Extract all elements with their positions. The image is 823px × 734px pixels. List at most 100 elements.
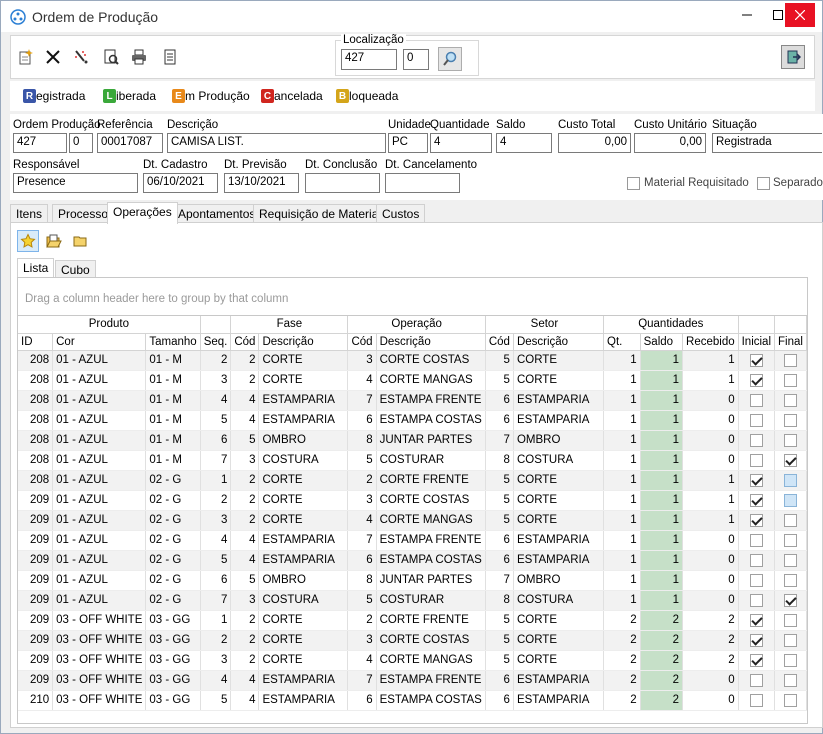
inicial-checkbox[interactable] (749, 473, 763, 487)
location-input-1[interactable]: 427 (341, 49, 397, 70)
inicial-checkbox[interactable] (749, 653, 763, 667)
inicial-checkbox[interactable] (749, 633, 763, 647)
table-row[interactable]: 208 01 - AZUL 01 - M 6 5 OMBRO 8 JUNTAR PARTES 7… (18, 430, 807, 451)
col-tamanho[interactable]: Tamanho (145, 333, 201, 351)
separado-checkbox[interactable] (757, 177, 770, 190)
descricao-input[interactable]: CAMISA LIST. (167, 133, 386, 153)
table-row[interactable]: 209 01 - AZUL 02 - G 4 4 ESTAMPARIA 7 ESTAMPA F… (18, 530, 807, 551)
table-row[interactable]: 208 01 - AZUL 01 - M 2 2 CORTE 3 CORTE COSTAS 5 C… (18, 350, 807, 371)
favorite-button[interactable] (17, 230, 39, 252)
location-search-button[interactable] (438, 47, 462, 71)
col-fase-cod[interactable]: Cód (230, 333, 260, 351)
clear-button[interactable] (70, 46, 92, 68)
col-operacao-descricao[interactable]: Descrição (376, 333, 486, 351)
table-row[interactable]: 209 01 - AZUL 02 - G 2 2 CORTE 3 CORTE COSTAS 5 C… (18, 490, 807, 511)
print-button[interactable] (128, 46, 150, 68)
table-row[interactable]: 208 01 - AZUL 02 - G 1 2 CORTE 2 CORTE FRENTE 5 C… (18, 470, 807, 491)
col-inicial[interactable]: Inicial (738, 333, 776, 351)
inicial-checkbox[interactable] (749, 493, 763, 507)
final-checkbox[interactable] (784, 393, 797, 407)
final-checkbox[interactable] (784, 433, 797, 447)
unidade-input[interactable]: PC (388, 133, 428, 153)
final-checkbox[interactable] (784, 353, 797, 367)
final-checkbox[interactable] (784, 613, 797, 627)
material-requisitado-checkbox[interactable] (627, 177, 640, 190)
preview-button[interactable] (100, 46, 122, 68)
group-by-panel[interactable]: Drag a column header here to group by th… (18, 278, 807, 316)
final-checkbox[interactable] (784, 653, 797, 667)
new-button[interactable] (15, 46, 37, 68)
inicial-checkbox[interactable] (749, 433, 763, 447)
inicial-checkbox[interactable] (749, 533, 763, 547)
tab-lista[interactable]: Lista (17, 258, 55, 278)
final-checkbox[interactable] (784, 473, 797, 487)
tab-custos[interactable]: Custos (376, 204, 426, 223)
final-checkbox[interactable] (784, 533, 797, 547)
col-seq[interactable]: Seq. (200, 333, 232, 351)
dt-previsao-input[interactable]: 13/10/2021 (224, 173, 299, 193)
tab-apontamentos[interactable]: Apontamentos (172, 204, 262, 223)
responsavel-input[interactable]: Presence (13, 173, 138, 193)
table-row[interactable]: 209 03 - OFF WHITE 03 - GG 1 2 CORTE 2 CORTE FR… (18, 610, 807, 631)
dt-conclusao-input[interactable] (305, 173, 380, 193)
col-operacao-cod[interactable]: Cód (347, 333, 377, 351)
col-id[interactable]: ID (18, 333, 54, 351)
col-saldo[interactable]: Saldo (640, 333, 684, 351)
table-row[interactable]: 208 01 - AZUL 01 - M 7 3 COSTURA 5 COSTURAR 8 COS… (18, 450, 807, 471)
inicial-checkbox[interactable] (749, 453, 763, 467)
report-button[interactable] (159, 46, 181, 68)
saldo-input[interactable]: 4 (496, 133, 552, 153)
dt-cancelamento-input[interactable] (385, 173, 460, 193)
tab-cubo[interactable]: Cubo (55, 260, 96, 278)
col-setor-descricao[interactable]: Descrição (513, 333, 605, 351)
inicial-checkbox[interactable] (749, 413, 763, 427)
inicial-checkbox[interactable] (749, 353, 763, 367)
table-row[interactable]: 209 01 - AZUL 02 - G 6 5 OMBRO 8 JUNTAR PARTES 7… (18, 570, 807, 591)
table-row[interactable]: 209 03 - OFF WHITE 03 - GG 4 4 ESTAMPARIA 7 EST… (18, 670, 807, 691)
table-row[interactable]: 208 01 - AZUL 01 - M 5 4 ESTAMPARIA 6 ESTAMPA C… (18, 410, 807, 431)
custo-unitario-input[interactable]: 0,00 (634, 133, 706, 153)
table-row[interactable]: 209 01 - AZUL 02 - G 5 4 ESTAMPARIA 6 ESTAMPA C… (18, 550, 807, 571)
band-operacao[interactable]: Operação (347, 316, 486, 334)
col-fase-descricao[interactable]: Descrição (258, 333, 349, 351)
delete-button[interactable] (42, 46, 64, 68)
final-checkbox[interactable] (784, 513, 797, 527)
table-row[interactable]: 209 03 - OFF WHITE 03 - GG 2 2 CORTE 3 CORTE CO… (18, 630, 807, 651)
folder-button[interactable] (69, 230, 91, 252)
location-input-2[interactable]: 0 (403, 49, 429, 70)
final-checkbox[interactable] (784, 453, 797, 467)
inicial-checkbox[interactable] (749, 393, 763, 407)
table-row[interactable]: 208 01 - AZUL 01 - M 4 4 ESTAMPARIA 7 ESTAMPA F… (18, 390, 807, 411)
final-checkbox[interactable] (784, 633, 797, 647)
inicial-checkbox[interactable] (749, 373, 763, 387)
tab-itens[interactable]: Itens (10, 204, 49, 223)
ordem-producao-input[interactable]: 427 (13, 133, 67, 153)
inicial-checkbox[interactable] (749, 513, 763, 527)
final-checkbox[interactable] (784, 373, 797, 387)
col-final[interactable]: Final (774, 333, 807, 351)
table-row[interactable]: 210 03 - OFF WHITE 03 - GG 5 4 ESTAMPARIA 6 EST… (18, 690, 807, 711)
dt-cadastro-input[interactable]: 06/10/2021 (143, 173, 218, 193)
quantidade-input[interactable]: 4 (430, 133, 492, 153)
inicial-checkbox[interactable] (749, 673, 763, 687)
ordem-producao-seq-input[interactable]: 0 (69, 133, 93, 153)
col-qt[interactable]: Qt. (603, 333, 641, 351)
tab-requisicao-materiais[interactable]: Requisição de Materiais (253, 204, 394, 223)
final-checkbox[interactable] (784, 573, 797, 587)
band-quantidades[interactable]: Quantidades (603, 316, 739, 334)
table-row[interactable]: 209 03 - OFF WHITE 03 - GG 3 2 CORTE 4 CORTE MA… (18, 650, 807, 671)
table-row[interactable]: 209 01 - AZUL 02 - G 3 2 CORTE 4 CORTE MANGAS 5 C… (18, 510, 807, 531)
tab-processo[interactable]: Processo (52, 204, 115, 223)
final-checkbox[interactable] (784, 413, 797, 427)
final-checkbox[interactable] (784, 553, 797, 567)
final-checkbox[interactable] (784, 593, 797, 607)
minimize-button[interactable] (733, 3, 761, 27)
close-button[interactable] (785, 3, 815, 27)
band-fase[interactable]: Fase (230, 316, 349, 334)
band-setor[interactable]: Setor (485, 316, 605, 334)
inicial-checkbox[interactable] (749, 573, 763, 587)
final-checkbox[interactable] (784, 493, 797, 507)
referencia-input[interactable]: 00017087 (97, 133, 163, 153)
table-row[interactable]: 209 01 - AZUL 02 - G 7 3 COSTURA 5 COSTURAR 8 COS… (18, 590, 807, 611)
col-recebido[interactable]: Recebido (682, 333, 739, 351)
